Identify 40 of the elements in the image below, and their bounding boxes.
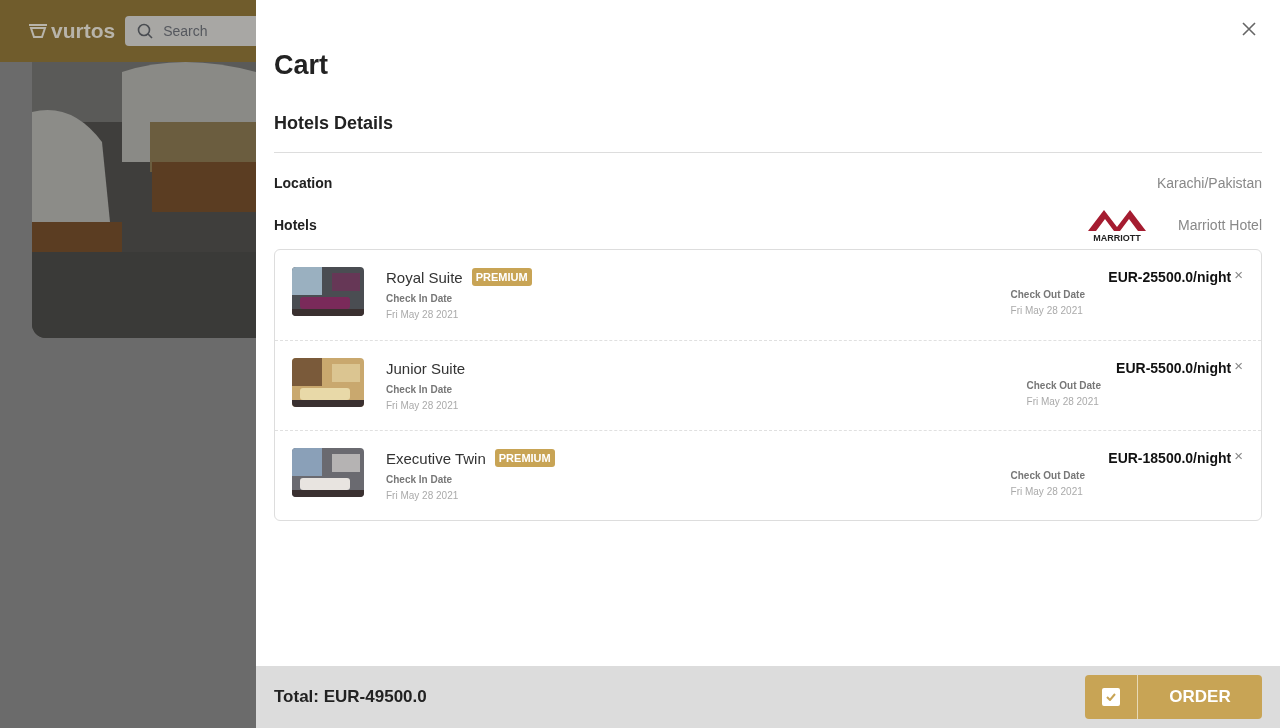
room-name: Royal Suite [386, 268, 463, 286]
detail-label: Location [274, 175, 333, 191]
brand-name: vurtos [51, 19, 116, 43]
check-icon [1106, 693, 1116, 701]
date-label: Check Out Date [1026, 380, 1101, 391]
date-label: Check In Date [386, 474, 454, 485]
date-value: Fri May 28 2021 [1010, 486, 1084, 497]
date-label: Check Out Date [1010, 470, 1085, 481]
close-icon [1242, 22, 1256, 36]
room-name: Executive Twin [386, 449, 486, 467]
date-value: Fri May 28 2021 [1026, 396, 1100, 407]
search-icon [137, 23, 154, 39]
premium-badge: PREMIUM [471, 268, 532, 286]
hotel-logo: MARRIOTT [1081, 207, 1152, 243]
detail-label: Hotels [274, 217, 317, 233]
close-button[interactable] [1240, 20, 1258, 38]
room-name: Junior Suite [386, 359, 466, 377]
date-label: Check In Date [386, 384, 454, 395]
date-label: Check Out Date [1010, 289, 1085, 300]
cart-total: Total: EUR-49500.0 [274, 687, 427, 707]
remove-button[interactable]: × [1234, 357, 1243, 373]
date-value: Fri May 28 2021 [386, 309, 460, 320]
premium-badge: PREMIUM [494, 449, 555, 467]
order-button[interactable]: ORDER [1138, 675, 1262, 719]
search-field[interactable]: Search [125, 16, 256, 46]
date-value: Fri May 28 2021 [1010, 305, 1084, 316]
order-checkbox[interactable] [1102, 688, 1120, 706]
logo-icon [28, 23, 48, 39]
remove-button[interactable]: × [1234, 447, 1243, 463]
detail-value: Marriott Hotel [1177, 217, 1262, 233]
room-price: EUR-5500.0/night [1116, 360, 1232, 376]
date-value: Fri May 28 2021 [386, 400, 460, 411]
room-price: EUR-18500.0/night [1108, 450, 1232, 466]
remove-button[interactable]: × [1234, 266, 1243, 282]
detail-value: Karachi/Pakistan [1156, 175, 1262, 191]
date-value: Fri May 28 2021 [386, 490, 460, 501]
date-label: Check In Date [386, 293, 454, 304]
room-price: EUR-25500.0/night [1108, 269, 1232, 285]
section-title: Hotels Details [274, 113, 1262, 153]
cart-title: Cart [274, 50, 329, 81]
